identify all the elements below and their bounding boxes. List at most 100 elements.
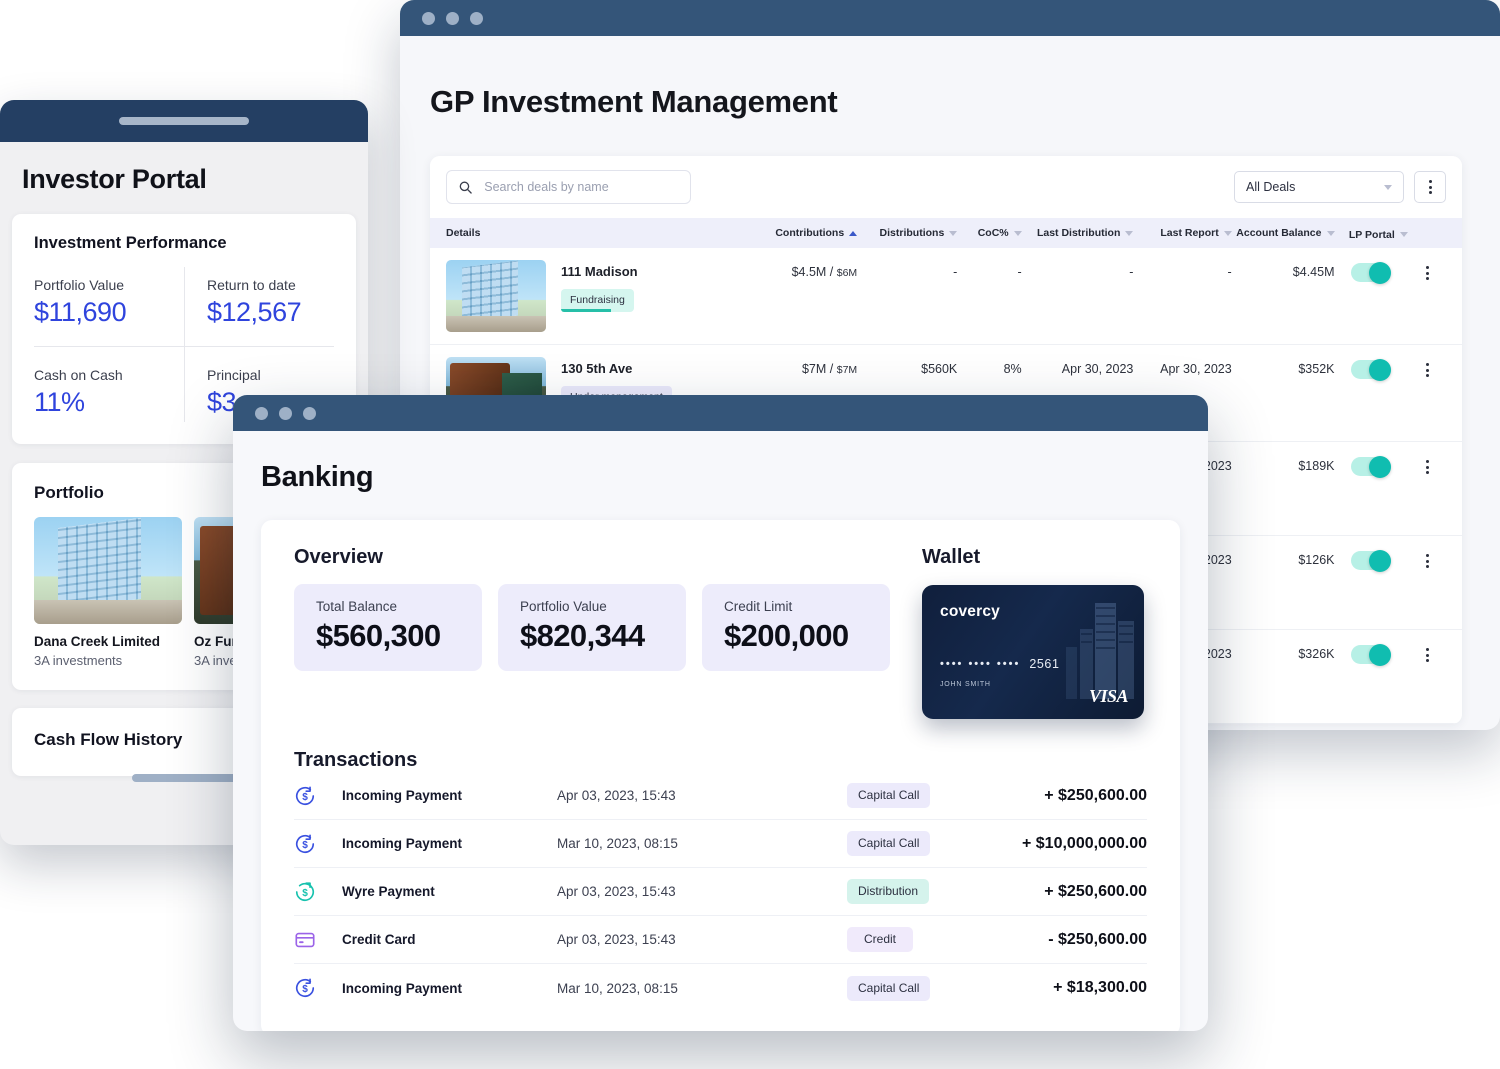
gp-toolbar-right: All Deals [1234,171,1446,203]
column-header-contributions[interactable]: Contributions [741,227,858,239]
window-close-dot[interactable] [422,11,435,25]
lp-portal-toggle[interactable] [1351,549,1392,572]
transaction-tag-wrap: Credit [847,927,1017,952]
stat-label: Credit Limit [724,599,793,614]
deals-filter-select[interactable]: All Deals [1234,171,1404,203]
metric-label: Portfolio Value [34,277,125,293]
cell-distributions: - [953,265,958,279]
column-header-lp-portal-label: LP Portal [1348,228,1395,241]
column-header-contributions-label: Contributions [775,227,845,239]
search-input[interactable] [484,180,678,194]
metric-label: Return to date [207,277,296,293]
column-header-account-balance-label: Account Balance [1236,227,1322,239]
list-item[interactable]: $ Wyre Payment Apr 03, 2023, 15:43 Distr… [294,868,1147,916]
stat-value: $200,000 [724,618,849,653]
credit-card-visual[interactable]: covercy •••• •••• •••• 2561 JOHN SMITH V… [922,585,1144,719]
outgoing-payment-icon: $ [294,881,342,903]
cell-coc: 8% [1003,362,1022,376]
chevron-down-icon [1326,230,1335,236]
incoming-payment-icon: $ [294,833,342,855]
table-row[interactable]: 111 Madison Fundraising $4.5M / $6M - - … [430,248,1462,345]
column-header-last-report-label: Last Report [1160,227,1219,239]
lp-portal-toggle[interactable] [1351,358,1392,381]
list-item[interactable]: Dana Creek Limited 3A investments [34,517,182,668]
row-actions[interactable] [1408,642,1448,662]
search-icon [459,181,472,194]
card-brand-label: covercy [940,603,1001,620]
search-deals-box[interactable] [446,170,691,204]
cell-distributions: $560K [921,362,958,376]
transaction-date: Apr 03, 2023, 15:43 [557,932,676,947]
column-header-distributions[interactable]: Distributions [857,227,958,239]
credit-card-icon [294,929,342,951]
banking-window: Banking Overview Total Balance $560,300 … [233,395,1208,1031]
lp-portal-toggle[interactable] [1351,455,1392,478]
svg-text:$: $ [302,840,308,851]
stat-label: Portfolio Value [520,599,607,614]
row-actions[interactable] [1408,260,1448,280]
row-actions[interactable] [1408,357,1448,377]
transaction-amount: - $250,600.00 [1048,930,1147,948]
window-close-dot[interactable] [255,406,268,420]
kebab-menu-icon [1426,554,1430,568]
lp-portal-toggle[interactable] [1351,643,1392,666]
column-header-coc[interactable]: CoC% [957,227,1022,239]
status-badge: Fundraising [561,289,634,312]
metric-label: Principal [207,367,261,383]
cell-account-balance: $352K [1298,362,1335,376]
list-item[interactable]: $ Incoming Payment Mar 10, 2023, 08:15 C… [294,820,1147,868]
transaction-date: Apr 03, 2023, 15:43 [557,788,676,803]
transaction-name: Incoming Payment [342,788,463,803]
column-header-distributions-label: Distributions [879,227,945,239]
incoming-payment-icon: $ [294,785,342,807]
metric-label: Cash on Cash [34,367,123,383]
window-maximize-dot[interactable] [303,406,316,420]
card-number: •••• •••• •••• 2561 [940,657,1060,671]
gp-window-titlebar [400,0,1500,36]
column-header-lp-portal[interactable]: LP Portal [1335,226,1408,241]
cell-last-report: Apr 30, 2023 [1160,362,1232,376]
drag-handle[interactable] [119,117,249,125]
chevron-down-icon [1384,184,1392,190]
stat-portfolio-value: Portfolio Value $820,344 [498,584,686,671]
window-minimize-dot[interactable] [446,11,459,25]
column-header-last-distribution[interactable]: Last Distribution [1022,227,1134,239]
column-header-details[interactable]: Details [446,227,741,239]
screenshot-stage: GP Investment Management All Deals [0,0,1500,1069]
window-traffic-lights [255,406,316,420]
cell-lp-portal [1335,454,1408,478]
metric-value: $11,690 [34,297,127,327]
transaction-amount: + $18,300.00 [1053,979,1147,996]
cell-contributions-main: $4.5M / [791,265,837,279]
portal-page-title: Investor Portal [22,164,207,194]
transaction-date: Apr 03, 2023, 15:43 [557,884,676,899]
status-badge: Credit [847,927,914,952]
cell-lp-portal [1335,642,1408,666]
transaction-amount: + $250,600.00 [1044,882,1147,900]
chevron-down-icon [1223,230,1232,236]
row-actions[interactable] [1408,454,1448,474]
transactions-list: $ Incoming Payment Apr 03, 2023, 15:43 C… [294,772,1147,1012]
investment-performance-heading: Investment Performance [34,234,227,252]
column-header-last-report[interactable]: Last Report [1133,227,1232,239]
overview-section: Overview Total Balance $560,300 Portfoli… [294,546,890,671]
window-minimize-dot[interactable] [279,406,292,420]
wallet-heading: Wallet [922,546,981,568]
column-header-account-balance[interactable]: Account Balance [1232,227,1335,239]
window-maximize-dot[interactable] [470,11,483,25]
lp-portal-toggle[interactable] [1351,261,1392,284]
gp-toolbar: All Deals [430,156,1462,218]
transaction-amount: + $250,600.00 [1044,786,1147,804]
chevron-down-icon [1013,230,1022,236]
list-item[interactable]: $ Incoming Payment Mar 10, 2023, 08:15 C… [294,964,1147,1012]
deal-thumbnail [446,260,546,332]
gp-more-options-button[interactable] [1414,171,1446,203]
list-item[interactable]: $ Incoming Payment Apr 03, 2023, 15:43 C… [294,772,1147,820]
transaction-tag-wrap: Capital Call [847,975,1017,1001]
transaction-tag-wrap: Capital Call [847,831,1017,856]
visa-logo-icon: VISA [1088,686,1129,706]
list-item[interactable]: Credit Card Apr 03, 2023, 15:43 Credit -… [294,916,1147,964]
row-actions[interactable] [1408,548,1448,568]
metric-portfolio-value: Portfolio Value $11,690 [34,267,184,346]
cell-last-report: - [1227,265,1232,279]
